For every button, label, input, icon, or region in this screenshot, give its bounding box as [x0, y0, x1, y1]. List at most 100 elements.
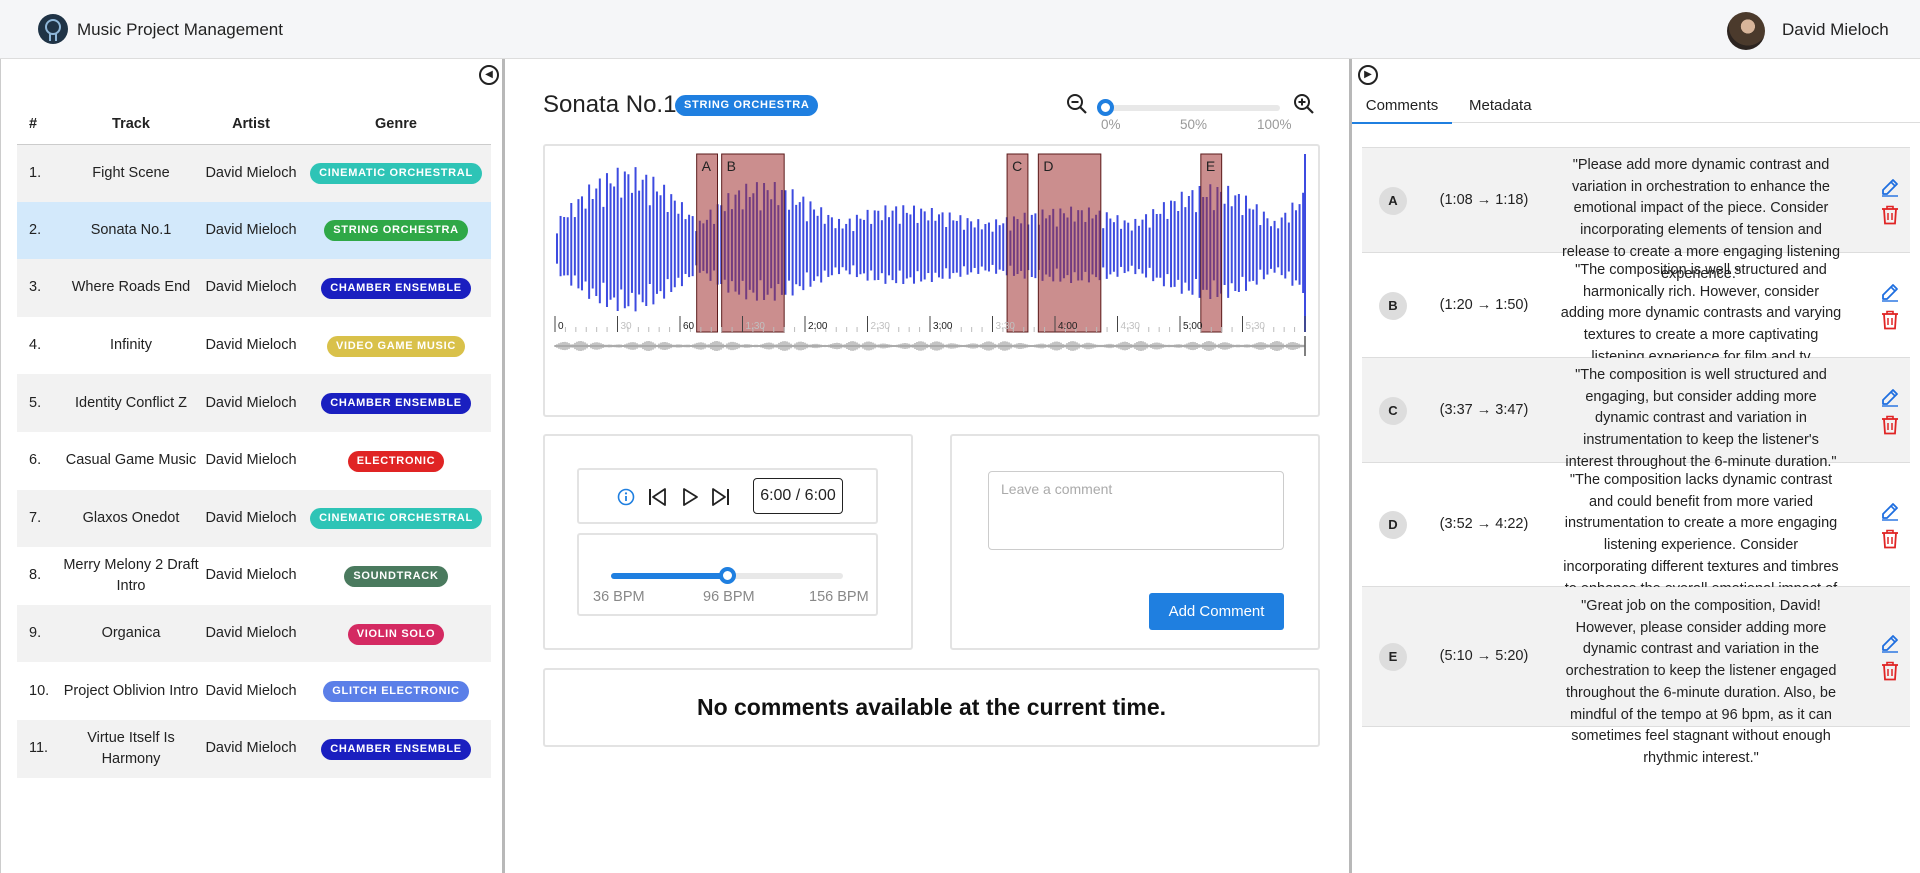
edit-icon[interactable]: [1880, 177, 1900, 197]
track-row[interactable]: 4. Infinity David Mieloch VIDEO GAME MUSIC: [17, 316, 491, 375]
tempo-slider-fill: [611, 573, 727, 579]
comment-text: "Great job on the composition, David! Ho…: [1565, 598, 1837, 766]
add-comment-button[interactable]: Add Comment: [1149, 593, 1284, 630]
track-row[interactable]: 11. Virtue Itself Is Harmony David Mieloch…: [17, 719, 491, 778]
track-genre-cell: VIOLIN SOLO: [301, 604, 491, 663]
avatar[interactable]: [1727, 12, 1765, 50]
timeline-label: 2:30: [871, 321, 891, 332]
track-number: 3.: [17, 259, 61, 317]
zoom-out-icon[interactable]: [1066, 93, 1088, 115]
track-artist: David Mieloch: [201, 201, 301, 260]
collapse-left-icon[interactable]: ◀: [479, 65, 499, 85]
track-number: 1.: [17, 144, 61, 202]
timeline-label: 0: [558, 321, 564, 332]
col-header-artist: Artist: [201, 104, 301, 145]
track-genre-cell: CHAMBER ENSEMBLE: [301, 719, 491, 778]
edit-icon[interactable]: [1880, 282, 1900, 302]
timeline-label: 5:30: [1246, 321, 1266, 332]
comment-region: [1200, 153, 1223, 333]
comments-list: A (1:08 → 1:18) "Please add more dynamic c…: [1362, 147, 1910, 863]
collapse-right-icon[interactable]: ▶: [1358, 65, 1378, 85]
delete-icon[interactable]: [1881, 529, 1899, 549]
zoom-slider[interactable]: [1097, 99, 1280, 116]
track-row[interactable]: 6. Casual Game Music David Mieloch ELECTRON…: [17, 431, 491, 490]
track-row[interactable]: 1. Fight Scene David Mieloch CINEMATIC ORCH…: [17, 144, 491, 202]
sidebar-tabs: Comments Metadata: [1352, 89, 1920, 124]
comment-region: [721, 153, 785, 333]
track-row[interactable]: 7. Glaxos Onedot David Mieloch CINEMATIC OR…: [17, 489, 491, 548]
waveform-canvas[interactable]: A B C D E 0 30 60 1:30 2:00 2:30 3:00 3:30 4:00 4:30 5:…: [545, 146, 1318, 415]
edit-icon[interactable]: [1880, 387, 1900, 407]
skip-forward-icon[interactable]: [709, 486, 731, 508]
zoom-in-icon[interactable]: [1293, 93, 1315, 115]
track-number: 4.: [17, 316, 61, 375]
comment-label: A: [1379, 186, 1407, 215]
timeline-label: 1:30: [746, 321, 766, 332]
edit-icon[interactable]: [1880, 633, 1900, 653]
track-artist: David Mieloch: [201, 259, 301, 317]
genre-badge: CINEMATIC ORCHESTRAL: [310, 163, 482, 185]
tempo-slider-thumb[interactable]: [719, 567, 736, 584]
comment-region: [1006, 153, 1029, 333]
delete-icon[interactable]: [1881, 661, 1899, 681]
track-name: Identity Conflict Z: [61, 374, 201, 432]
zoom-slider-thumb[interactable]: [1097, 99, 1114, 116]
no-comments-message: No comments available at the current tim…: [543, 668, 1320, 747]
comment-time-range: (3:37 → 3:47): [1439, 401, 1529, 418]
delete-icon[interactable]: [1881, 205, 1899, 225]
comment-region-label: D: [1043, 158, 1053, 174]
track-artist: David Mieloch: [201, 144, 301, 202]
comment-input[interactable]: [988, 471, 1284, 550]
delete-icon[interactable]: [1881, 415, 1899, 435]
genre-badge: ELECTRONIC: [347, 450, 445, 472]
time-display: 6:00 / 6:00: [753, 478, 843, 514]
track-artist: David Mieloch: [201, 374, 301, 432]
track-number: 10.: [17, 662, 61, 720]
tab-metadata[interactable]: Metadata: [1469, 97, 1532, 114]
track-row[interactable]: 9. Organica David Mieloch VIOLIN SOLO: [17, 604, 491, 663]
track-genre-cell: CINEMATIC ORCHESTRAL: [301, 489, 491, 548]
info-icon[interactable]: [617, 488, 635, 506]
genre-badge: CHAMBER ENSEMBLE: [321, 393, 471, 415]
comment-form-box: Add Comment: [950, 434, 1320, 650]
track-number: 2.: [17, 201, 61, 260]
waveform-container[interactable]: A B C D E 0 30 60 1:30 2:00 2:30 3:00 3:30 4:00 4:30 5:…: [543, 144, 1320, 417]
comment-label: D: [1379, 511, 1407, 539]
track-row[interactable]: 3. Where Roads End David Mieloch CHAMBER EN…: [17, 259, 491, 317]
zoom-label-max: 100%: [1257, 117, 1292, 132]
comment-region-label: A: [702, 158, 712, 174]
timeline-label: 5:00: [1183, 321, 1203, 332]
comment-time-range: (1:08 → 1:18): [1439, 191, 1529, 208]
track-genre-cell: VIDEO GAME MUSIC: [301, 316, 491, 375]
tempo-slider[interactable]: [611, 567, 843, 584]
edit-icon[interactable]: [1880, 501, 1900, 521]
timeline-label: 3:00: [933, 321, 953, 332]
comment-region-label: E: [1206, 158, 1215, 174]
comment-row: C (3:37 → 3:47) "The composition is well s…: [1362, 358, 1910, 470]
track-row[interactable]: 2. Sonata No.1 David Mieloch STRING ORCHEST…: [17, 201, 491, 260]
comment-region: [1037, 153, 1102, 333]
play-icon[interactable]: [679, 486, 701, 508]
track-row[interactable]: 8. Merry Melony 2 Draft Intro David Mieloc…: [17, 547, 491, 605]
track-name: Glaxos Onedot: [61, 489, 201, 548]
track-artist: David Mieloch: [201, 489, 301, 548]
table-header-row: # Track Artist Genre: [17, 104, 491, 145]
delete-icon[interactable]: [1881, 310, 1899, 330]
col-header-genre: Genre: [301, 104, 491, 145]
tab-comments[interactable]: Comments: [1352, 97, 1452, 124]
track-genre-cell: CHAMBER ENSEMBLE: [301, 374, 491, 432]
genre-badge: GLITCH ELECTRONIC: [323, 681, 469, 703]
comment-row: A (1:08 → 1:18) "Please add more dynamic c…: [1362, 148, 1910, 282]
tempo-label-min: 36 BPM: [593, 589, 645, 605]
comment-text: "The composition is well structured and …: [1565, 367, 1837, 470]
track-artist: David Mieloch: [201, 316, 301, 375]
user-name[interactable]: David Mieloch: [1782, 20, 1889, 40]
genre-badge: VIOLIN SOLO: [347, 623, 445, 645]
skip-back-icon[interactable]: [647, 486, 669, 508]
track-name: Where Roads End: [61, 259, 201, 317]
song-title: Sonata No.1: [543, 91, 677, 118]
track-number: 8.: [17, 547, 61, 605]
comment-region-label: B: [727, 158, 736, 174]
track-row[interactable]: 5. Identity Conflict Z David Mieloch CHAMBE…: [17, 374, 491, 432]
track-row[interactable]: 10. Project Oblivion Intro David Mieloch GL…: [17, 662, 491, 720]
